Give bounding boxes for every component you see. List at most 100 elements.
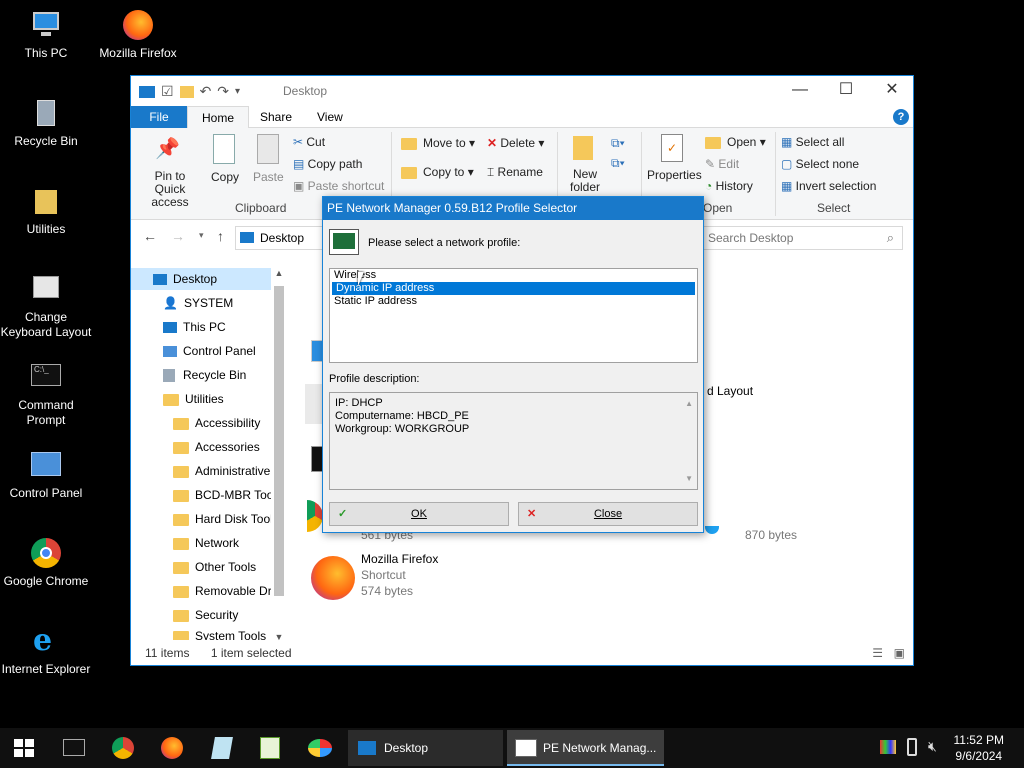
nav-item-this-pc[interactable]: This PC (163, 316, 226, 338)
back-arrow-icon[interactable]: ← (143, 228, 157, 244)
select-all-button[interactable]: ▦ Select all (781, 135, 844, 149)
desktop-icon-command-prompt[interactable]: C:\_ Command Prompt (0, 360, 92, 428)
nav-item-control-panel[interactable]: Control Panel (163, 340, 256, 362)
nav-item-administrative[interactable]: Administrative (173, 460, 270, 482)
recent-locations-chevron-icon[interactable]: ▾ (199, 230, 204, 241)
nav-item-other-tools[interactable]: Other Tools (173, 556, 256, 578)
new-folder-icon[interactable] (179, 85, 194, 98)
paste-shortcut-button[interactable]: ▣ Paste shortcut (293, 179, 384, 193)
scrollbar-thumb[interactable] (274, 286, 284, 596)
profile-description-label: Profile description: (329, 373, 420, 385)
taskbar-firefox[interactable] (152, 728, 192, 768)
desktop-icon-recycle-bin[interactable]: Recycle Bin (0, 96, 92, 149)
window-icon (139, 85, 155, 98)
rename-button[interactable]: ⌶ Rename (487, 165, 543, 180)
nav-item-hard-disk-tools[interactable]: Hard Disk Tools (173, 508, 279, 530)
copy-path-button[interactable]: ▤ Copy path (293, 157, 362, 171)
profile-item-wireless[interactable]: Wireless (330, 269, 697, 282)
paste-button[interactable]: Paste (253, 170, 284, 184)
nav-item-network[interactable]: Network (173, 532, 239, 554)
firefox-item-name[interactable]: Mozilla Firefox (361, 552, 438, 566)
nav-scrollbar[interactable]: ▲ ▼ (271, 268, 287, 644)
desktop-icon-internet-explorer[interactable]: e Internet Explorer (0, 624, 92, 677)
taskbar-app-paint[interactable] (298, 728, 342, 768)
open-button[interactable]: Open ▾ (705, 135, 766, 149)
properties-icon[interactable]: ☑ (161, 83, 174, 100)
nav-item-recycle-bin[interactable]: Recycle Bin (163, 364, 246, 386)
volume-muted-icon[interactable]: 🔇︎ (928, 738, 937, 755)
close-dialog-button[interactable]: ✕ Close (518, 502, 698, 526)
up-arrow-icon[interactable]: ↑ (217, 228, 224, 244)
properties-button[interactable]: Properties (647, 168, 702, 182)
chrome-icon[interactable] (307, 500, 323, 532)
usb-device-tray-icon[interactable] (907, 738, 917, 756)
user-icon: 👤 (163, 296, 178, 310)
taskbar-command-prompt[interactable] (54, 728, 94, 768)
new-folder-button[interactable]: New folder (567, 168, 603, 194)
color-profile-tray-icon[interactable] (880, 740, 896, 754)
copy-button[interactable]: Copy (211, 170, 239, 184)
tab-share[interactable]: Share (246, 106, 306, 128)
history-button[interactable]: ◔ History (705, 179, 753, 193)
copy-to-button[interactable]: Copy to ▾ (401, 165, 474, 179)
move-to-button[interactable]: Move to ▾ (401, 136, 475, 150)
nav-item-accessibility[interactable]: Accessibility (173, 412, 260, 434)
undo-icon[interactable]: ↶ (200, 83, 212, 100)
desktop-icon-control-panel[interactable]: Control Panel (0, 448, 92, 501)
profile-description-box[interactable]: IP: DHCP Computername: HBCD_PE Workgroup… (329, 392, 698, 490)
edit-button[interactable]: ✎ Edit (705, 157, 739, 171)
desktop-icon-utilities[interactable]: Utilities (0, 184, 92, 237)
chevron-down-icon[interactable]: ▾ (235, 86, 240, 97)
select-none-button[interactable]: ▢ Select none (781, 157, 859, 171)
details-view-icon[interactable]: ☰ (872, 641, 883, 665)
partial-item-label[interactable]: d Layout (707, 384, 753, 398)
tab-home[interactable]: Home (187, 106, 250, 129)
redo-icon[interactable]: ↷ (217, 83, 229, 100)
pin-to-quick-access-button[interactable]: Pin to Quick access (139, 170, 201, 209)
ok-button[interactable]: ✓ OK (329, 502, 509, 526)
partial-item-icon[interactable] (305, 384, 323, 424)
search-input[interactable]: Search Desktop ⌕ (699, 226, 903, 250)
desktop-icon-firefox[interactable]: Mozilla Firefox (92, 8, 184, 61)
delete-button[interactable]: ✕ Delete ▾ (487, 136, 544, 150)
maximize-button[interactable]: ☐ (823, 76, 869, 106)
scroll-down-arrow-icon[interactable]: ▼ (685, 472, 693, 485)
profile-item-static-ip[interactable]: Static IP address (330, 295, 697, 308)
scroll-up-arrow-icon[interactable]: ▲ (271, 268, 287, 278)
nav-item-accessories[interactable]: Accessories (173, 436, 260, 458)
close-button[interactable]: ✕ (869, 76, 915, 106)
profile-list[interactable]: Wireless Dynamic IP address Static IP ad… (329, 268, 698, 363)
tab-file[interactable]: File (131, 106, 187, 128)
scroll-up-arrow-icon[interactable]: ▲ (685, 397, 693, 410)
taskbar-task-pe-network-manager[interactable]: PE Network Manag... (507, 730, 664, 766)
minimize-button[interactable]: — (777, 76, 823, 106)
desktop-icon-this-pc[interactable]: This PC (0, 8, 92, 61)
desktop-icon-change-keyboard-layout[interactable]: Change Keyboard Layout (0, 272, 92, 340)
tab-view[interactable]: View (303, 106, 357, 128)
help-icon[interactable]: ? (893, 109, 909, 125)
taskbar-task-desktop[interactable]: Desktop (348, 730, 503, 766)
system-clock[interactable]: 11:52 PM 9/6/2024 (954, 732, 1004, 764)
nav-item-system-tools[interactable]: System Tools (173, 626, 266, 640)
invert-selection-button[interactable]: ▦ Invert selection (781, 179, 876, 193)
taskbar-app-chart[interactable] (250, 728, 290, 768)
cut-button[interactable]: ✂ Cut (293, 135, 325, 149)
profile-item-dynamic-ip[interactable]: Dynamic IP address (332, 282, 695, 295)
easy-access-icon[interactable]: ⧉▾ (611, 156, 625, 171)
nav-item-system[interactable]: 👤 SYSTEM (163, 292, 233, 314)
nav-item-desktop[interactable]: Desktop (131, 268, 271, 290)
internet-explorer-icon[interactable] (705, 526, 719, 534)
large-icons-view-icon[interactable]: ▣ (894, 641, 905, 665)
forward-arrow-icon[interactable]: → (171, 228, 185, 244)
start-button[interactable] (0, 728, 48, 768)
nav-item-utilities[interactable]: Utilities (163, 388, 224, 410)
nav-item-security[interactable]: Security (173, 604, 238, 626)
taskbar-chrome[interactable] (104, 728, 144, 768)
nav-item-bcd-mbr-tool[interactable]: BCD-MBR Tool (173, 484, 276, 506)
description-line: Workgroup: WORKGROUP (335, 423, 470, 435)
nav-item-removable-drive[interactable]: Removable Dri (173, 580, 274, 602)
firefox-icon[interactable] (311, 556, 355, 600)
taskbar-app-notepad[interactable] (202, 728, 242, 768)
desktop-icon-google-chrome[interactable]: Google Chrome (0, 536, 92, 589)
new-item-icon[interactable]: ⧉▾ (611, 136, 625, 151)
